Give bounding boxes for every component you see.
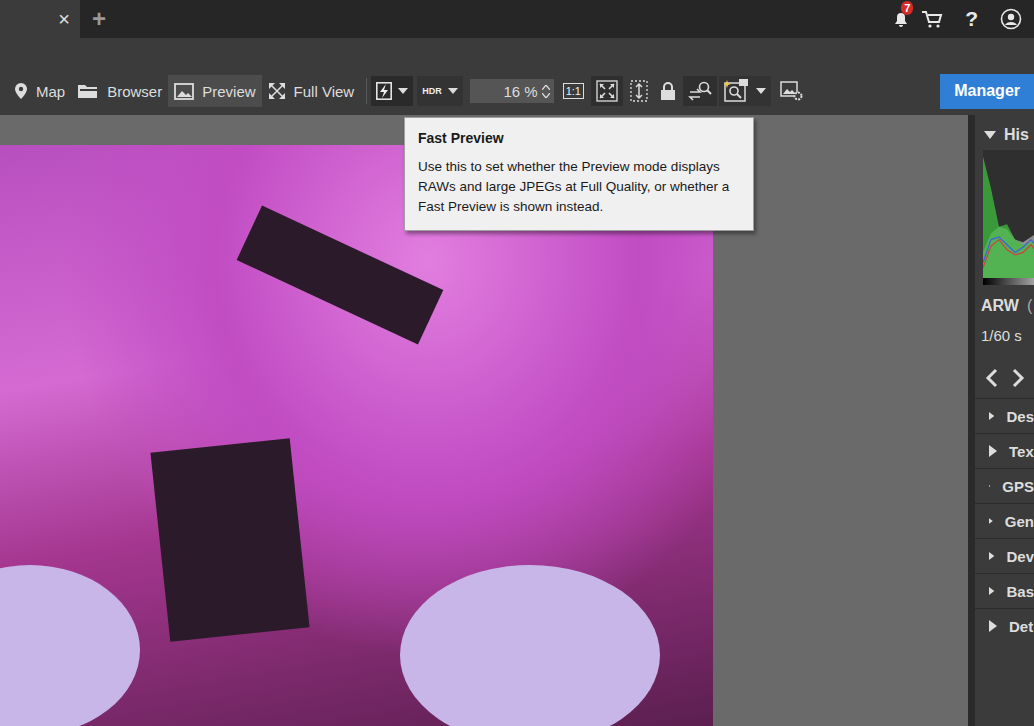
shutter-speed: 1/60 s	[975, 315, 1034, 344]
panel-section[interactable]: Des	[975, 398, 1034, 433]
lock-button[interactable]	[655, 76, 681, 106]
fit-icon	[596, 80, 618, 102]
histogram-plot	[983, 150, 1034, 278]
app-window: × +7? MapBrowserPreviewFull View HDR 16 %1:1…	[0, 0, 1034, 726]
account-button[interactable]	[1000, 8, 1022, 30]
previous-arrow-icon[interactable]	[985, 368, 999, 388]
expand-arrow-icon	[989, 515, 993, 527]
full-view-button[interactable]: Full View	[262, 75, 361, 107]
expand-arrow-icon	[989, 410, 994, 422]
panel-section[interactable]: Det	[975, 608, 1034, 643]
toolbar-area: MapBrowserPreviewFull View HDR 16 %1:1 Mana…	[0, 38, 1034, 115]
user-icon	[1000, 8, 1022, 30]
expand-arrow-icon	[989, 585, 994, 597]
file-format: ARW(	[975, 285, 1034, 315]
dropdown-arrow-icon	[756, 88, 766, 94]
panel-section[interactable]: Gen	[975, 503, 1034, 538]
preview-photo[interactable]	[0, 145, 713, 726]
histogram-line	[983, 232, 1034, 263]
histogram-area	[983, 156, 1034, 278]
expand-arrow-icon	[989, 550, 994, 562]
add-tab-button[interactable]: +	[92, 5, 106, 33]
dropdown-arrow-icon	[398, 88, 408, 94]
zoom-spinner[interactable]	[542, 85, 550, 98]
settings-button[interactable]	[775, 76, 809, 106]
panel-section[interactable]: Bas	[975, 573, 1034, 608]
fit-button[interactable]	[591, 76, 623, 106]
lock-icon	[660, 81, 676, 101]
fit-height-button[interactable]	[625, 76, 653, 106]
toolbar: MapBrowserPreviewFull View HDR 16 %1:1 Mana…	[0, 73, 1034, 109]
ai-search-button[interactable]	[719, 76, 771, 106]
folder-icon	[77, 82, 99, 100]
up-arrow-icon	[542, 85, 550, 90]
histogram-chart	[983, 150, 1034, 285]
dropdown-arrow-icon	[448, 88, 458, 94]
panel-section[interactable]: Tex	[975, 433, 1034, 468]
down-arrow-icon	[542, 93, 550, 98]
image-nav	[975, 344, 1034, 398]
document-tab[interactable]: ×	[0, 0, 80, 38]
image-settings-icon	[780, 80, 804, 102]
next-arrow-icon[interactable]	[1011, 368, 1025, 388]
panel-section[interactable]: GPS	[975, 468, 1034, 503]
histogram-scale	[983, 278, 1034, 285]
zoom-field[interactable]: 16 %	[470, 79, 554, 103]
map-pin-icon	[14, 82, 28, 100]
title-bar: × +7?	[0, 0, 1034, 38]
preview-button[interactable]: Preview	[168, 75, 261, 107]
manager-button[interactable]: Manager	[940, 74, 1034, 109]
expand-arrow-icon	[989, 445, 997, 457]
notification-badge: 7	[901, 1, 913, 15]
picture-icon	[174, 83, 194, 100]
actual-size-button[interactable]: 1:1	[558, 76, 589, 106]
close-tab-button[interactable]: ×	[54, 8, 74, 31]
swap-search-icon	[688, 80, 712, 102]
compare-button[interactable]	[683, 76, 717, 106]
panel-section[interactable]: Dev	[975, 538, 1034, 573]
hdr-button[interactable]: HDR	[417, 76, 463, 106]
lightning-icon	[376, 82, 392, 100]
expand-arrow-icon	[989, 480, 990, 492]
fast-preview-tooltip: Fast PreviewUse this to set whether the …	[404, 117, 754, 231]
properties-panel: His ARW(1/60 s DesTexGPSGenDevBasDet	[968, 115, 1034, 726]
expand-arrow-icon	[989, 620, 997, 632]
browser-button[interactable]: Browser	[71, 75, 168, 107]
panel-sections: DesTexGPSGenDevBasDet	[975, 398, 1034, 643]
cart-button[interactable]	[921, 9, 943, 29]
notifications-button[interactable]: 7	[891, 9, 911, 29]
cart-icon	[921, 9, 943, 29]
fast-preview-button[interactable]	[371, 76, 413, 106]
fullscreen-icon	[268, 82, 286, 100]
collapse-arrow-icon	[984, 131, 996, 139]
fit-height-icon	[630, 80, 648, 102]
histogram-header[interactable]: His	[975, 115, 1034, 150]
help-button[interactable]: ?	[965, 7, 978, 31]
map-button[interactable]: Map	[8, 75, 71, 107]
ai-search-icon	[724, 79, 750, 103]
